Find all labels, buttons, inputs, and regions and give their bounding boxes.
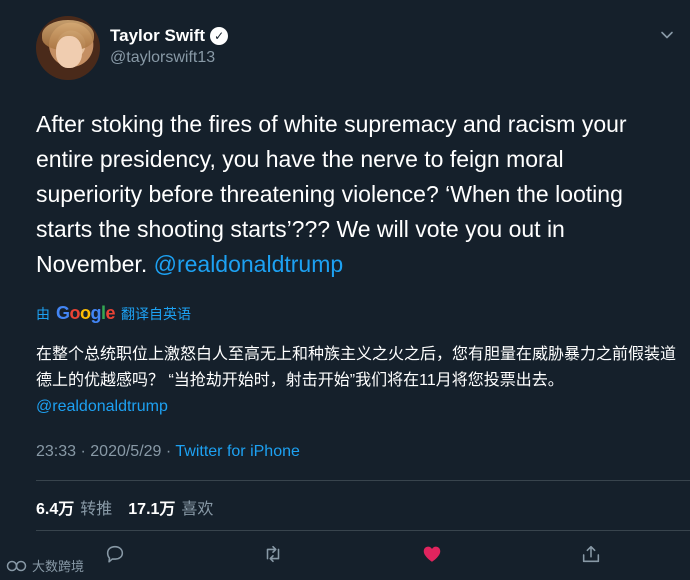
tweet-stats: 6.4万 转推 17.1万 喜欢 [36, 495, 223, 519]
share-icon[interactable] [580, 543, 602, 565]
divider-top [36, 480, 690, 481]
google-logo: Google [56, 303, 116, 323]
likes-count[interactable]: 17.1万 [128, 495, 175, 519]
tweet-text: After stoking the fires of white suprema… [36, 107, 666, 282]
watermark-logo-icon [6, 560, 27, 571]
tweet-date[interactable]: 2020/5/29 [90, 443, 161, 460]
watermark-text: 大数跨境 [32, 559, 85, 574]
watermark: 大数跨境 [6, 556, 84, 575]
translated-mention-link[interactable]: @realdonaldtrump [36, 398, 168, 415]
chevron-down-icon[interactable] [660, 28, 674, 42]
divider-bottom [36, 530, 690, 531]
translated-body: 在整个总统职位上激怒白人至高无上和种族主义之火之后，您有胆量在威胁暴力之前假装道… [36, 346, 677, 389]
tweet-meta: 23:33 · 2020/5/29 · Twitter for iPhone [36, 443, 300, 461]
translated-text: 在整个总统职位上激怒白人至高无上和种族主义之火之后，您有胆量在威胁暴力之前假装道… [36, 342, 676, 420]
author-name-row[interactable]: Taylor Swift ✓ [110, 26, 229, 46]
meta-separator: · [76, 443, 91, 460]
translate-suffix: 翻译自英语 [121, 305, 192, 322]
avatar[interactable] [36, 16, 100, 80]
reply-icon[interactable] [104, 543, 126, 565]
retweet-icon[interactable] [262, 543, 284, 565]
tweet-source-link[interactable]: Twitter for iPhone [175, 443, 300, 460]
tweet-time[interactable]: 23:33 [36, 443, 76, 460]
tweet-mention-link[interactable]: @realdonaldtrump [154, 251, 344, 277]
translate-prefix: 由 [36, 305, 50, 322]
meta-separator-2: · [161, 443, 176, 460]
verified-badge-icon: ✓ [210, 27, 229, 45]
retweets-label[interactable]: 转推 [80, 495, 112, 519]
like-icon[interactable] [421, 543, 443, 565]
tweet-card: Taylor Swift ✓ @taylorswift13 After stok… [0, 0, 690, 580]
avatar-face [56, 36, 82, 68]
translate-attribution[interactable]: 由 Google 翻译自英语 [36, 303, 191, 324]
likes-label[interactable]: 喜欢 [181, 495, 213, 519]
author-handle[interactable]: @taylorswift13 [110, 49, 215, 67]
retweets-count[interactable]: 6.4万 [36, 495, 74, 519]
author-display-name[interactable]: Taylor Swift [110, 26, 205, 46]
